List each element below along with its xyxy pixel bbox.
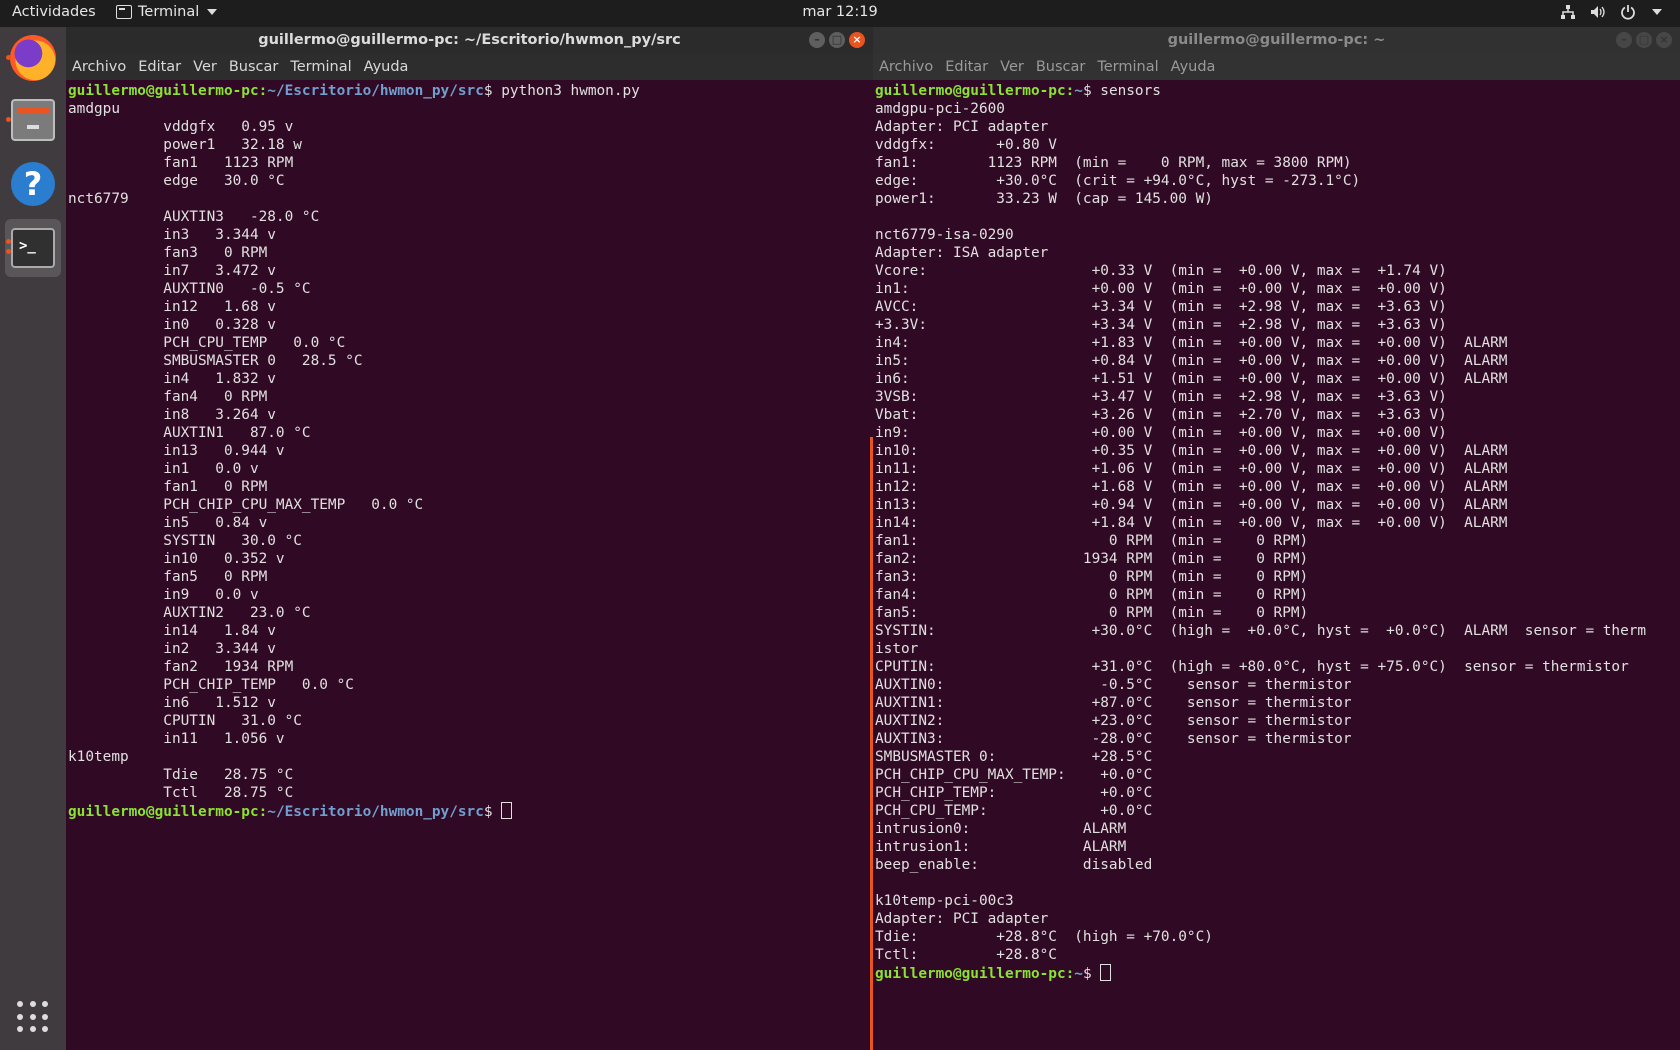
window-title: guillermo@guillermo-pc: ~ (1167, 32, 1386, 48)
dock: ? >_ (0, 27, 66, 1050)
menu-ayuda[interactable]: Ayuda (1171, 59, 1216, 75)
prompt-separator: : (1065, 83, 1075, 99)
chevron-down-icon (207, 9, 218, 15)
system-tray[interactable] (1560, 4, 1662, 20)
terminal-output[interactable]: guillermo@guillermo-pc:~/Escritorio/hwmo… (66, 80, 873, 821)
command-text: python3 hwmon.py (501, 83, 640, 99)
dock-firefox[interactable] (5, 29, 61, 87)
close-icon[interactable]: × (849, 32, 865, 48)
terminal-icon: >_ (11, 228, 55, 268)
top-bar: Actividades Terminal mar 12:19 (0, 0, 1680, 27)
prompt-path: ~/Escritorio/hwmon_py/src (267, 804, 484, 820)
command-text: sensors (1100, 83, 1161, 99)
volume-icon (1591, 6, 1605, 18)
running-indicator (6, 55, 11, 60)
prompt-user: guillermo@guillermo-pc (68, 83, 259, 99)
command-output: amdgpu vddgfx 0.95 v power1 32.18 w fan1… (68, 101, 424, 801)
menu-buscar[interactable]: Buscar (1036, 59, 1086, 75)
window-titlebar[interactable]: guillermo@guillermo-pc: ~/Escritorio/hwm… (66, 27, 873, 54)
prompt-separator: : (258, 804, 268, 820)
dock-files[interactable] (5, 91, 61, 149)
prompt-path: ~ (1074, 966, 1083, 982)
prompt-path: ~ (1074, 83, 1083, 99)
minimize-icon[interactable]: – (809, 32, 825, 48)
help-icon: ? (11, 162, 55, 206)
maximize-icon[interactable]: □ (829, 32, 845, 48)
window-split-highlight (870, 437, 873, 1050)
running-indicator (6, 249, 11, 254)
maximize-icon[interactable]: □ (1636, 32, 1652, 48)
terminal-window-left[interactable]: guillermo@guillermo-pc: ~/Escritorio/hwm… (66, 27, 873, 1050)
menu-terminal[interactable]: Terminal (1097, 59, 1158, 75)
prompt-separator: : (1065, 966, 1075, 982)
network-icon (1561, 5, 1575, 19)
window-titlebar[interactable]: guillermo@guillermo-pc: ~ – □ × (873, 27, 1680, 54)
terminal-output[interactable]: guillermo@guillermo-pc:~$ sensors amdgpu… (873, 80, 1680, 983)
clock[interactable]: mar 12:19 (0, 4, 1680, 20)
prompt-user: guillermo@guillermo-pc (875, 966, 1066, 982)
app-menu-label: Terminal (138, 4, 200, 20)
text-cursor (501, 802, 513, 819)
show-applications-icon[interactable] (17, 1001, 49, 1033)
chevron-down-icon (1652, 9, 1662, 15)
minimize-icon[interactable]: – (1616, 32, 1632, 48)
terminal-window-right[interactable]: guillermo@guillermo-pc: ~ – □ × Archivo … (873, 27, 1680, 1050)
menu-archivo[interactable]: Archivo (879, 59, 933, 75)
command-output: amdgpu-pci-2600 Adapter: PCI adapter vdd… (875, 101, 1647, 963)
prompt-symbol: $ (483, 804, 502, 820)
window-controls: – □ × (809, 32, 865, 48)
activities-button[interactable]: Actividades (12, 4, 96, 20)
power-icon (1621, 5, 1635, 20)
dock-help[interactable]: ? (5, 155, 61, 213)
menu-bar: Archivo Editar Ver Buscar Terminal Ayuda (66, 54, 873, 80)
prompt-symbol: $ (1082, 83, 1101, 99)
window-title: guillermo@guillermo-pc: ~/Escritorio/hwm… (258, 32, 681, 48)
dock-terminal[interactable]: >_ (5, 219, 61, 277)
prompt-separator: : (258, 83, 268, 99)
files-icon (11, 99, 55, 141)
prompt-user: guillermo@guillermo-pc (875, 83, 1066, 99)
menu-archivo[interactable]: Archivo (72, 59, 126, 75)
app-menu-button[interactable]: Terminal (116, 4, 218, 20)
menu-ver[interactable]: Ver (193, 59, 217, 75)
close-icon[interactable]: × (1656, 32, 1672, 48)
prompt-symbol: $ (1082, 966, 1101, 982)
prompt-symbol: $ (483, 83, 502, 99)
prompt-path: ~/Escritorio/hwmon_py/src (267, 83, 484, 99)
running-indicator (6, 239, 11, 244)
menu-buscar[interactable]: Buscar (229, 59, 279, 75)
menu-ver[interactable]: Ver (1000, 59, 1024, 75)
prompt-user: guillermo@guillermo-pc (68, 804, 259, 820)
menu-terminal[interactable]: Terminal (290, 59, 351, 75)
text-cursor (1100, 964, 1112, 981)
menu-bar: Archivo Editar Ver Buscar Terminal Ayuda (873, 54, 1680, 80)
firefox-icon (10, 35, 56, 81)
menu-editar[interactable]: Editar (138, 59, 181, 75)
menu-editar[interactable]: Editar (945, 59, 988, 75)
terminal-icon (116, 5, 132, 19)
window-controls: – □ × (1616, 32, 1672, 48)
menu-ayuda[interactable]: Ayuda (364, 59, 409, 75)
